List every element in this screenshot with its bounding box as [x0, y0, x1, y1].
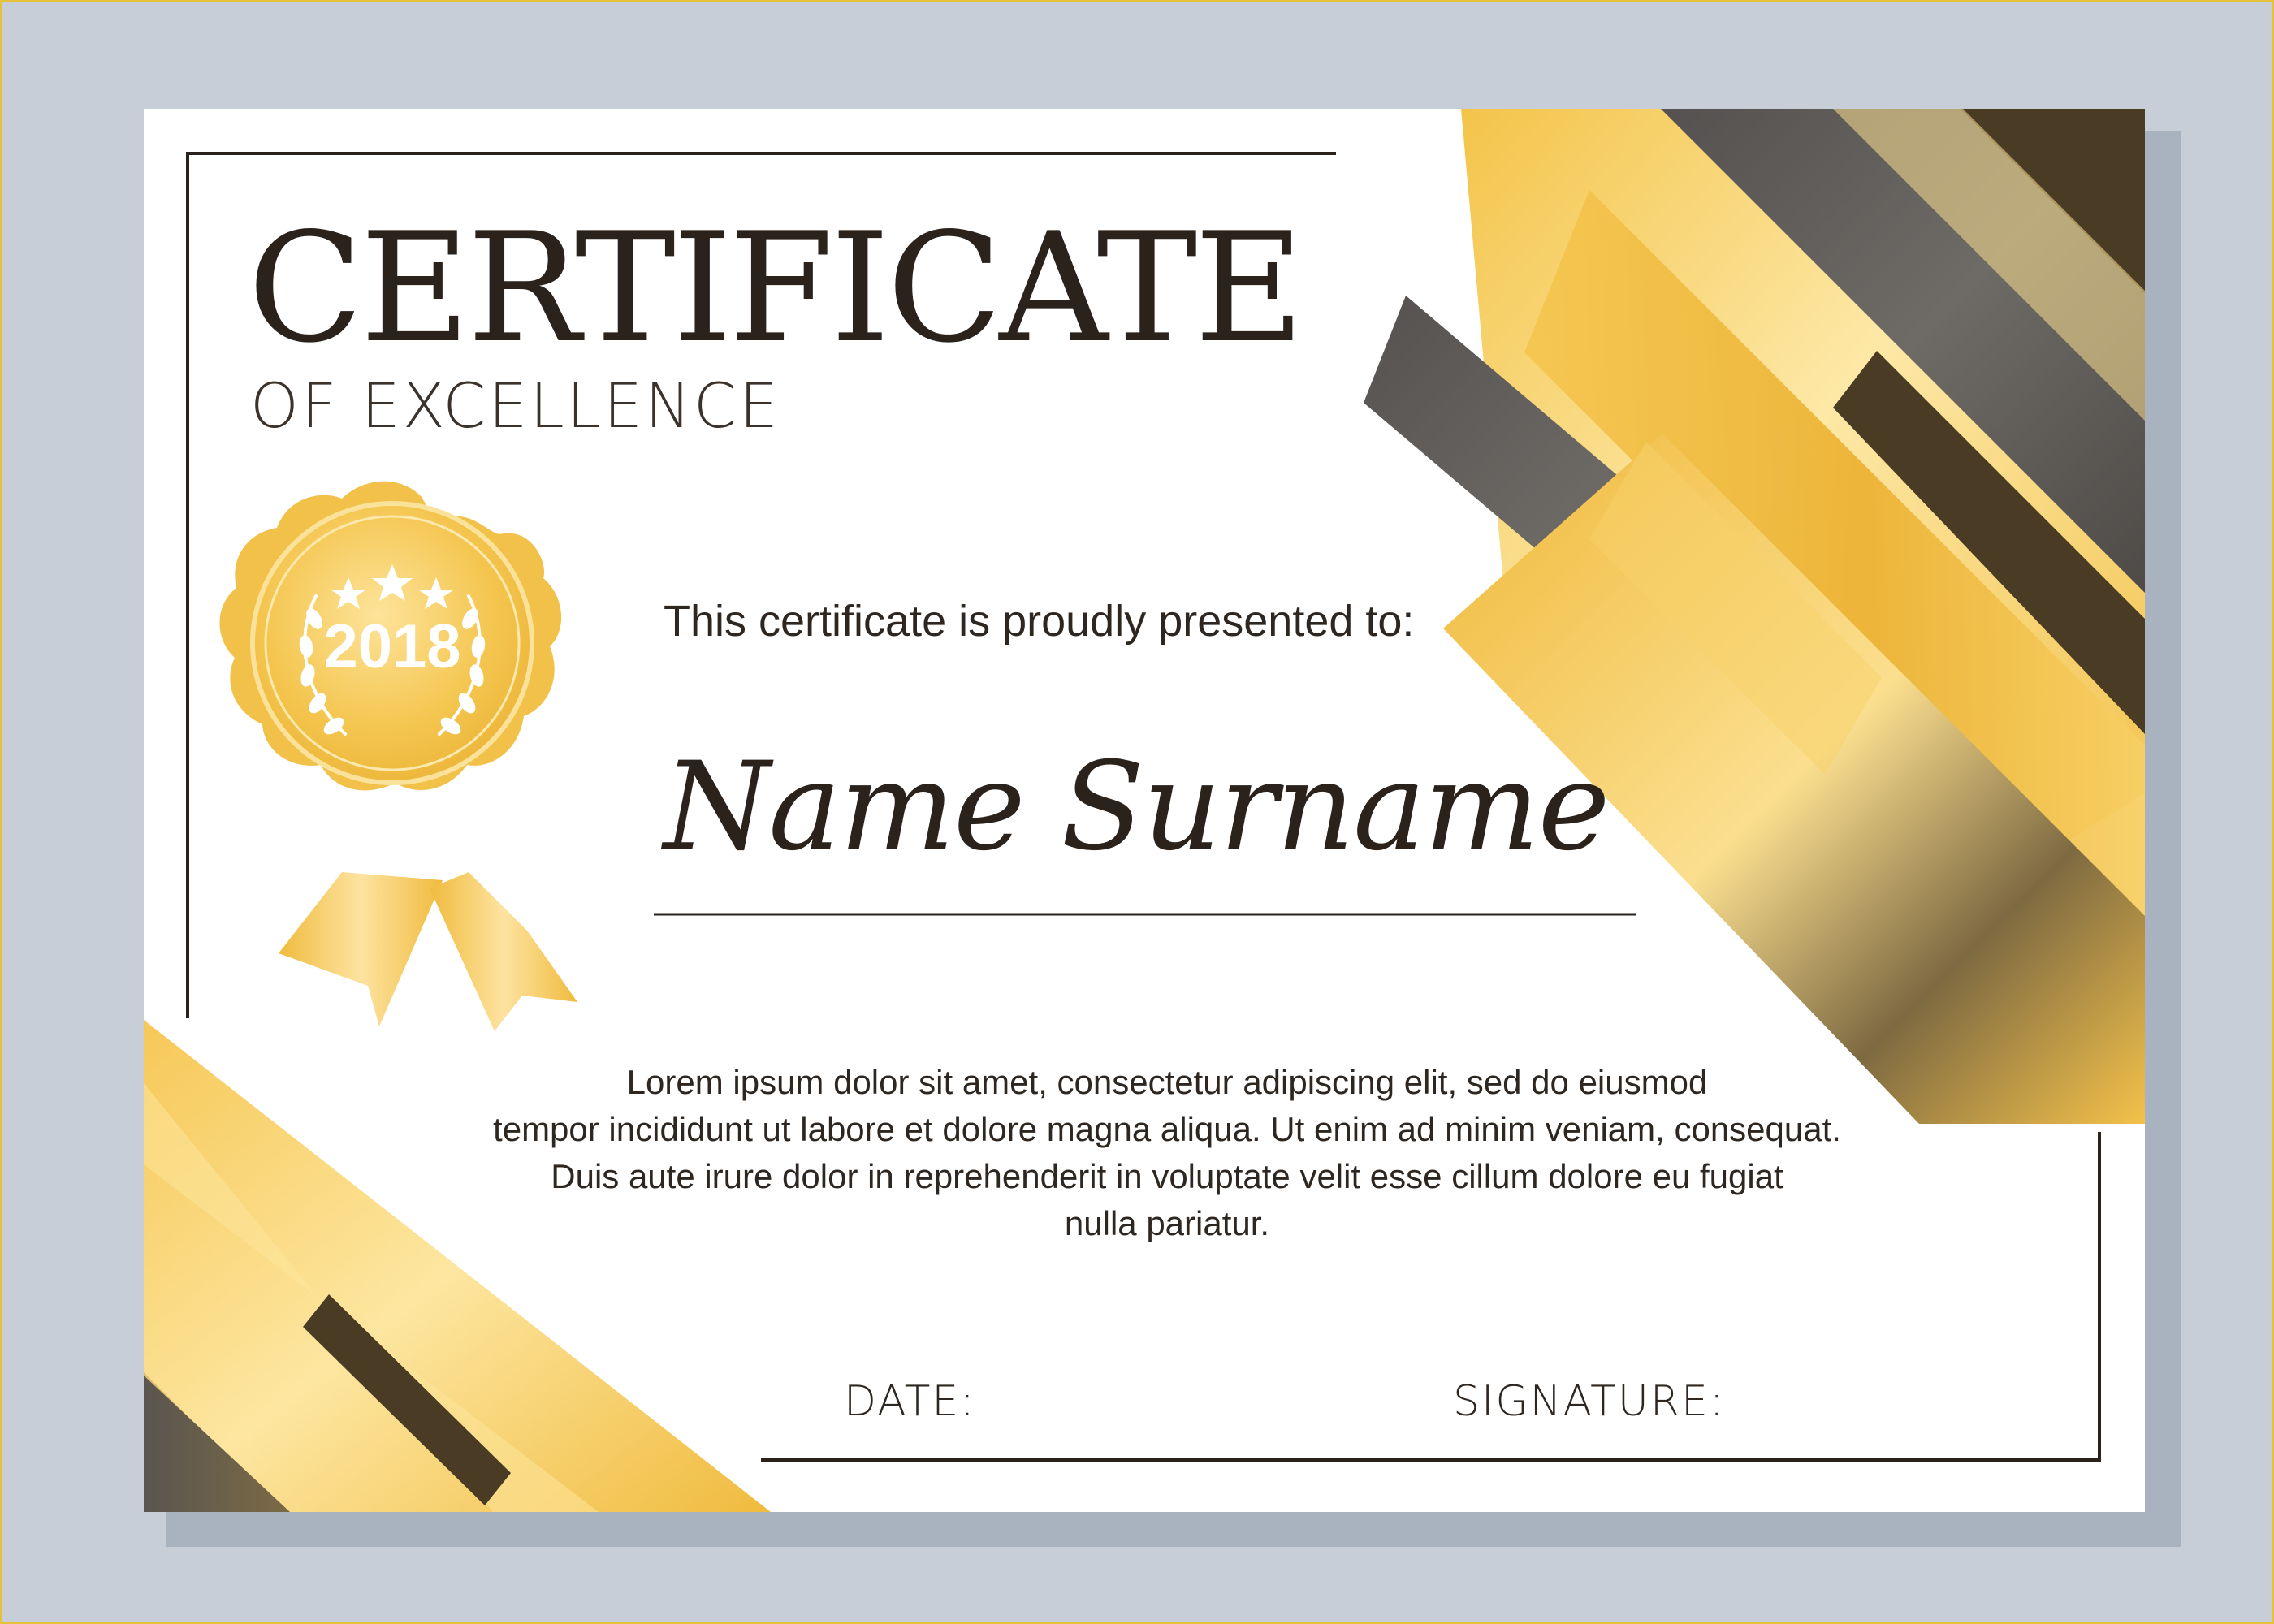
body-line: tempor incididunt ut labore et dolore ma…	[493, 1110, 1841, 1148]
medal-year: 2018	[323, 612, 460, 681]
signature-label: SIGNATURE:	[1453, 1377, 1726, 1426]
certificate-title: CERTIFICATE	[248, 200, 1304, 376]
certificate-card: 2018 CERTIFICATE OF EXCELLENCE This cert…	[144, 109, 2145, 1512]
date-label: DATE:	[844, 1377, 976, 1426]
certificate-body: Lorem ipsum dolor sit amet, consectetur …	[420, 1059, 1914, 1247]
body-line: Lorem ipsum dolor sit amet, consectetur …	[626, 1063, 1708, 1101]
body-line: Duis aute irure dolor in reprehenderit i…	[551, 1157, 1783, 1195]
recipient-name: Name Surname	[664, 736, 1610, 878]
presented-to-text: This certificate is proudly presented to…	[664, 597, 1415, 646]
body-line: nulla pariatur.	[1064, 1204, 1270, 1242]
certificate-subtitle: OF EXCELLENCE	[250, 369, 780, 442]
